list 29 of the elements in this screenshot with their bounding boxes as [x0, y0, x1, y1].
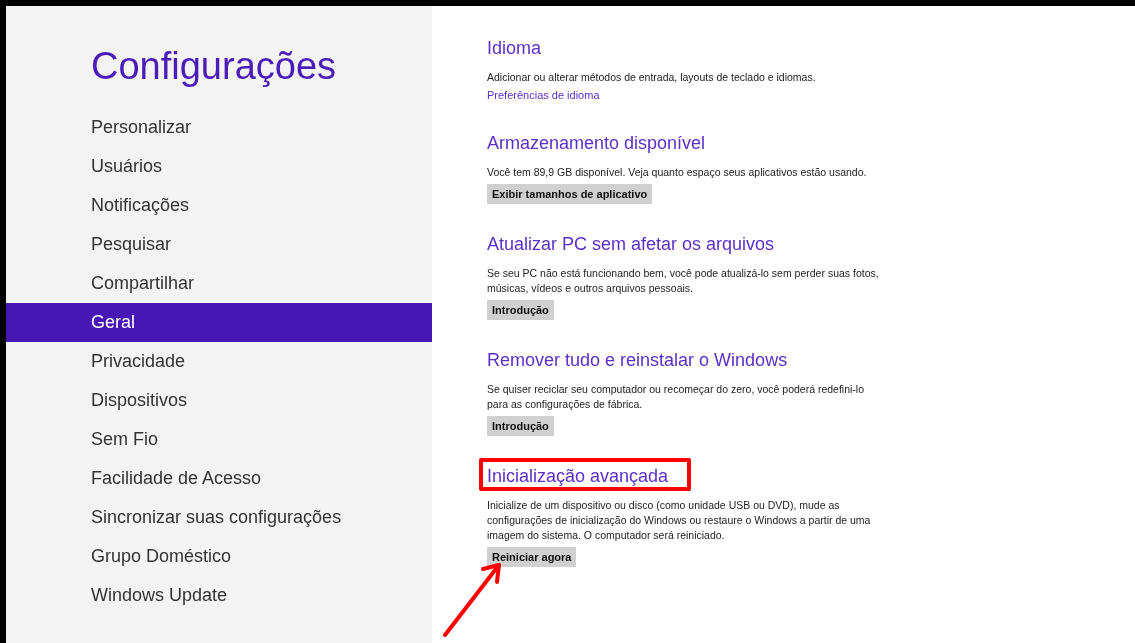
section-heading: Remover tudo e reinstalar o Windows	[487, 350, 788, 370]
language-link[interactable]: Preferências de idioma	[487, 89, 600, 101]
section-description: Inicialize de um dispositivo ou disco (como unidade USB ou DVD), mude as configurações de inicialização do Windows ou restaure o Windows a partir de uma imagem do sistema. O computador será reiniciado.	[487, 498, 872, 543]
action-button[interactable]: Introdução	[487, 300, 554, 320]
sidebar-item[interactable]: Sem Fio	[6, 420, 432, 459]
action-button[interactable]: Exibir tamanhos de aplicativo	[487, 184, 653, 204]
sidebar-item[interactable]: Notificações	[6, 186, 432, 225]
section-description: Adicionar ou alterar métodos de entrada, layouts de teclado e idiomas.	[487, 70, 817, 85]
action-button[interactable]: Reiniciar agora	[487, 547, 577, 567]
sidebar-item[interactable]: Usuários	[6, 147, 432, 186]
section-description: Se quiser reciclar seu computador ou recomeçar do zero, você poderá redefini-lo para as configurações de fábrica.	[487, 382, 866, 412]
sidebar-item[interactable]: Windows Update	[6, 576, 432, 615]
section-description: Se seu PC não está funcionando bem, você pode atualizá-lo sem perder suas fotos, músicas, vídeos e outros arquivos pessoais.	[487, 266, 880, 296]
action-button[interactable]: Introdução	[487, 416, 554, 436]
sidebar-item[interactable]: Grupo Doméstico	[6, 537, 432, 576]
sidebar-item[interactable]: Pesquisar	[6, 225, 432, 264]
section-description: Você tem 89,9 GB disponível. Veja quanto espaço seus aplicativos estão usando.	[487, 165, 868, 180]
sidebar-item[interactable]: Dispositivos	[6, 381, 432, 420]
section-heading: Atualizar PC sem afetar os arquivos	[487, 234, 775, 254]
sidebar-item[interactable]: Compartilhar	[6, 264, 432, 303]
sidebar-item[interactable]: Facilidade de Acesso	[6, 459, 432, 498]
section-heading: Inicialização avançada	[487, 466, 669, 486]
settings-title: Configurações	[90, 44, 338, 88]
sidebar-item[interactable]: Personalizar	[6, 108, 432, 147]
section-heading: Idioma	[487, 38, 542, 58]
sidebar-item[interactable]: Privacidade	[6, 342, 432, 381]
section-heading: Armazenamento disponível	[487, 133, 706, 153]
sidebar-item[interactable]: Geral	[6, 303, 432, 342]
sidebar-item[interactable]: Sincronizar suas configurações	[6, 498, 432, 537]
